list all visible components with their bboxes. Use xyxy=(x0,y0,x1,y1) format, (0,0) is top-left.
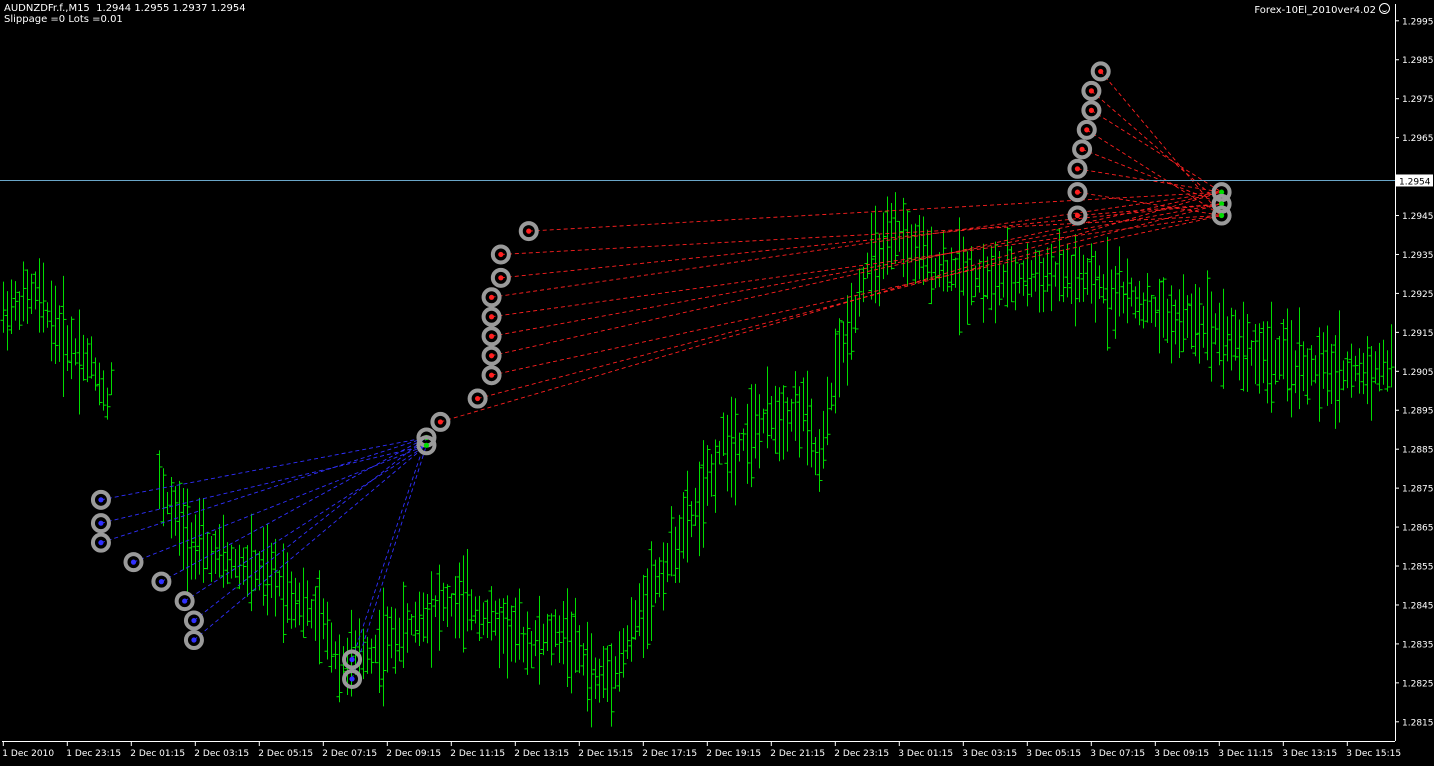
time-tick-label: 2 Dec 15:15 xyxy=(578,749,633,759)
sell-open-marker-dot xyxy=(475,395,481,402)
buy-close-marker-dot xyxy=(423,442,430,448)
time-tick-label: 3 Dec 13:15 xyxy=(1282,749,1337,759)
sell-open-marker-dot xyxy=(1074,166,1081,172)
time-tick-label: 2 Dec 17:15 xyxy=(642,749,697,759)
current-price-label: 1.2954 xyxy=(1399,177,1431,187)
buy-open-marker-dot xyxy=(98,497,104,503)
sell-open-marker-dot xyxy=(1074,189,1081,195)
time-tick-label: 3 Dec 03:15 xyxy=(962,749,1017,759)
time-tick-label: 3 Dec 01:15 xyxy=(898,749,953,759)
price-tick-label: 1.2895 xyxy=(1402,407,1434,417)
time-tick-label: 2 Dec 13:15 xyxy=(514,749,569,759)
buy-open-marker-dot xyxy=(191,637,197,643)
price-tick-label: 1.2985 xyxy=(1402,56,1434,66)
price-tick-label: 1.2885 xyxy=(1402,446,1434,456)
sell-open-marker-dot xyxy=(488,294,495,300)
sell-open-marker-dot xyxy=(498,275,504,281)
sell-open-marker-dot xyxy=(437,419,443,425)
sell-open-marker-dot xyxy=(1084,127,1090,133)
time-tick-label: 2 Dec 09:15 xyxy=(386,749,441,759)
sell-open-marker-dot xyxy=(1074,212,1081,219)
price-tick-label: 1.2995 xyxy=(1402,17,1434,27)
price-tick-label: 1.2865 xyxy=(1402,524,1434,534)
time-tick-label: 3 Dec 11:15 xyxy=(1218,749,1273,759)
price-tick-label: 1.2835 xyxy=(1402,640,1434,650)
price-tick-label: 1.2945 xyxy=(1402,212,1434,222)
price-tick-label: 1.2875 xyxy=(1402,485,1434,495)
ea-name-label: Forex-10El_2010ver4.02 xyxy=(1254,3,1390,16)
price-tick-label: 1.2925 xyxy=(1402,290,1434,300)
price-tick-label: 1.2855 xyxy=(1402,563,1434,573)
buy-open-marker-dot xyxy=(182,598,188,604)
ea-name-text: Forex-10El_2010ver4.02 xyxy=(1254,5,1376,16)
sell-open-marker-dot xyxy=(498,251,504,258)
price-tick-label: 1.2905 xyxy=(1402,368,1434,378)
price-tick-label: 1.2825 xyxy=(1402,679,1434,689)
price-tick-label: 1.2965 xyxy=(1402,134,1434,144)
time-tick-label: 3 Dec 15:15 xyxy=(1346,749,1401,759)
sell-open-marker-dot xyxy=(1079,146,1085,152)
buy-open-marker-dot xyxy=(191,617,197,624)
sell-open-marker-dot xyxy=(1098,68,1104,75)
sell-open-marker-dot xyxy=(1088,88,1094,94)
time-tick-label: 1 Dec 2010 xyxy=(2,749,54,759)
sell-open-marker-dot xyxy=(488,333,495,339)
sell-open-marker-dot xyxy=(488,353,495,359)
time-tick-label: 3 Dec 05:15 xyxy=(1026,749,1081,759)
time-tick-label: 2 Dec 05:15 xyxy=(258,749,313,759)
time-tick-label: 3 Dec 07:15 xyxy=(1090,749,1145,759)
smiley-face-icon xyxy=(1379,3,1390,14)
chart-background xyxy=(0,0,1434,762)
time-tick-label: 2 Dec 11:15 xyxy=(450,749,505,759)
buy-open-marker-dot xyxy=(130,559,137,565)
time-tick-label: 2 Dec 03:15 xyxy=(194,749,249,759)
time-tick-label: 3 Dec 09:15 xyxy=(1154,749,1209,759)
sell-close-marker-dot xyxy=(1219,212,1225,219)
price-tick-label: 1.2975 xyxy=(1402,95,1434,105)
sell-open-marker-dot xyxy=(1088,107,1094,113)
time-tick-label: 2 Dec 19:15 xyxy=(706,749,761,759)
buy-open-marker-dot xyxy=(98,520,104,526)
time-tick-label: 1 Dec 23:15 xyxy=(66,749,121,759)
price-tick-label: 1.2815 xyxy=(1402,718,1434,728)
time-tick-label: 2 Dec 21:15 xyxy=(770,749,825,759)
price-tick-label: 1.2935 xyxy=(1402,251,1434,261)
buy-open-marker-dot xyxy=(98,540,104,546)
sell-open-marker-dot xyxy=(526,228,532,234)
time-tick-label: 2 Dec 07:15 xyxy=(322,749,377,759)
symbol-info-text: AUDNZDFr.f.,M15 1.2944 1.2955 1.2937 1.2… xyxy=(4,3,246,14)
price-chart[interactable]: 1.2954 1.2995 1.2985 1.2975 1.2965 1.2945 1.2… xyxy=(0,0,1434,762)
time-tick-label: 2 Dec 01:15 xyxy=(130,749,185,759)
time-tick-label: 2 Dec 23:15 xyxy=(834,749,889,759)
buy-open-marker-dot xyxy=(349,676,355,682)
buy-open-marker-dot xyxy=(158,579,164,585)
chart-canvas[interactable]: 1.2954 1.2995 1.2985 1.2975 1.2965 1.2945 1.2… xyxy=(0,0,1434,762)
sell-open-marker-dot xyxy=(488,314,495,320)
price-tick-label: 1.2915 xyxy=(1402,329,1434,339)
price-tick-label: 1.2845 xyxy=(1402,601,1434,611)
buy-open-marker-dot xyxy=(349,656,355,663)
ea-params-text: Slippage =0 Lots =0.01 xyxy=(4,14,123,25)
sell-open-marker-dot xyxy=(488,372,495,378)
